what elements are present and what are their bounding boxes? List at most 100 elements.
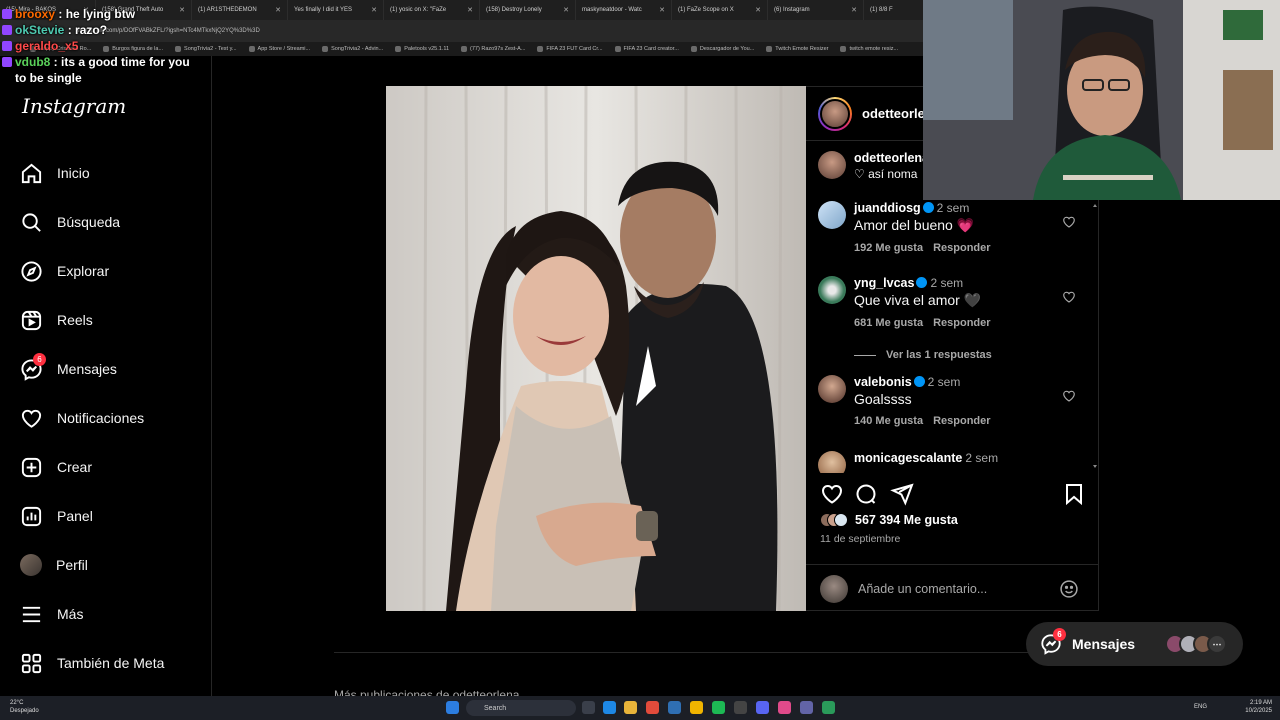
messages-button[interactable]: 6 Mensajes ⋯	[1026, 622, 1243, 666]
app-icon[interactable]	[800, 701, 813, 714]
close-tab-icon[interactable]: ✕	[371, 6, 377, 14]
comment-username[interactable]: valebonis	[854, 375, 912, 389]
favicon-icon	[322, 46, 329, 52]
likes-count[interactable]: 567 394 Me gusta	[820, 513, 958, 527]
weather-widget[interactable]: 22°C Despejado	[10, 699, 39, 715]
bookmark-icon[interactable]	[1062, 482, 1086, 506]
comment-username[interactable]: monicagescalante	[854, 451, 962, 465]
chat-username[interactable]: vdub8	[15, 55, 50, 69]
reply-button[interactable]: Responder	[933, 415, 990, 427]
app-icon[interactable]	[778, 701, 791, 714]
browser-tab[interactable]: (1) AR1STHEDEMON ✕	[192, 0, 288, 20]
comment-input[interactable]: Añade un comentario...	[858, 582, 1049, 596]
sidebar-item-label: Notificaciones	[57, 410, 145, 426]
post-date: 11 de septiembre	[820, 533, 901, 545]
comment-avatar[interactable]	[818, 375, 846, 403]
emoji-icon[interactable]	[1059, 579, 1079, 599]
bookmark-item[interactable]: Twitch Emote Resizer	[766, 46, 828, 52]
bookmark-label: FIFA 23 FUT Card Cr...	[546, 46, 603, 52]
comment-username[interactable]: juanddiosg	[854, 201, 921, 215]
reply-button[interactable]: Responder	[933, 317, 990, 329]
language-indicator[interactable]: ENG	[1194, 704, 1207, 710]
comment-avatar[interactable]	[818, 276, 846, 304]
close-tab-icon[interactable]: ✕	[659, 6, 665, 14]
caption-avatar[interactable]	[818, 151, 846, 179]
comment-like-heart-icon[interactable]	[1062, 389, 1076, 403]
task-view-icon[interactable]	[582, 701, 595, 714]
app-icon[interactable]	[734, 701, 747, 714]
chat-username[interactable]: okStevie	[15, 23, 64, 37]
sidebar-item-busqueda[interactable]: Búsqueda	[20, 207, 120, 237]
comment-avatar[interactable]	[818, 201, 846, 229]
browser-tab-title: maskyneatdoor - Watc	[582, 7, 642, 13]
browser-tab[interactable]: (1) FaZe Scope on X ✕	[672, 0, 768, 20]
comment-like-heart-icon[interactable]	[1062, 290, 1076, 304]
browser-tab[interactable]: (1) yosic on X: "FaZe ✕	[384, 0, 480, 20]
bookmark-item[interactable]: FIFA 23 FUT Card Cr...	[537, 46, 603, 52]
bookmark-item[interactable]: FIFA 23 Card creator...	[614, 46, 679, 52]
post-image[interactable]	[386, 86, 806, 611]
windows-start-icon[interactable]	[446, 701, 459, 714]
browser-tab[interactable]: (158) Destroy Lonely ✕	[480, 0, 576, 20]
view-replies-link[interactable]: Ver las 1 respuestas	[854, 349, 992, 361]
bookmark-item[interactable]: App Store / Streami...	[248, 46, 310, 52]
store-icon[interactable]	[646, 701, 659, 714]
chrome-icon[interactable]	[690, 701, 703, 714]
bookmark-item[interactable]: Descargador de You...	[690, 46, 754, 52]
file-explorer-icon[interactable]	[624, 701, 637, 714]
share-icon[interactable]	[890, 482, 914, 506]
comments-scrollbar[interactable]	[1092, 201, 1098, 471]
spotify-icon[interactable]	[712, 701, 725, 714]
close-tab-icon[interactable]: ✕	[467, 6, 473, 14]
comment-icon[interactable]	[854, 482, 878, 506]
browser-tab[interactable]: (6) Instagram ✕	[768, 0, 864, 20]
home-icon	[21, 163, 42, 183]
sidebar-item-tambien-de-meta[interactable]: También de Meta	[20, 648, 164, 678]
close-tab-icon[interactable]: ✕	[851, 6, 857, 14]
close-tab-icon[interactable]: ✕	[755, 6, 761, 14]
bookmark-item[interactable]: SongTrivia2 - Advin...	[322, 46, 383, 52]
comment-body: yng_lvcas 2 sem Que viva el amor 🖤 681 Me g…	[854, 276, 1064, 329]
system-clock[interactable]: 2:19 AM 10/2/2025	[1245, 699, 1272, 715]
discord-icon[interactable]	[756, 701, 769, 714]
comment-likes[interactable]: 192 Me gusta	[854, 242, 923, 254]
sidebar-item-reels[interactable]: Reels	[20, 305, 93, 335]
comment-username[interactable]: yng_lvcas	[854, 276, 914, 290]
sidebar-item-explorar[interactable]: Explorar	[20, 256, 109, 286]
like-heart-icon[interactable]	[820, 482, 844, 506]
comment-header: yng_lvcas 2 sem	[854, 276, 1064, 290]
sidebar-item-inicio[interactable]: Inicio	[20, 158, 90, 188]
browser-tab-title: (1) 8/8 F	[870, 7, 893, 13]
taskbar-search[interactable]: Search	[466, 700, 576, 716]
bookmark-item[interactable]: Paletools v25.1.11	[395, 46, 449, 52]
bookmark-item[interactable]: (77) Razo97s Zest-A...	[461, 46, 525, 52]
chat-username[interactable]: brooxy	[15, 7, 55, 21]
verified-badge-icon	[913, 376, 925, 387]
reply-button[interactable]: Responder	[933, 242, 990, 254]
comment-like-heart-icon[interactable]	[1062, 215, 1076, 229]
app-icon[interactable]	[668, 701, 681, 714]
sidebar-item-mensajes[interactable]: 6 Mensajes	[20, 353, 117, 384]
browser-tab[interactable]: Yes finally I did it YES ✕	[288, 0, 384, 20]
app-icon[interactable]	[822, 701, 835, 714]
browser-tab[interactable]: maskyneatdoor - Watc ✕	[576, 0, 672, 20]
bookmark-item[interactable]: twitch emote resiz...	[840, 46, 898, 52]
close-tab-icon[interactable]: ✕	[275, 6, 281, 14]
sidebar-item-notificaciones[interactable]: Notificaciones	[20, 403, 144, 433]
instagram-logo[interactable]: Instagram	[22, 94, 126, 118]
section-divider	[334, 652, 1104, 653]
favicon-icon	[248, 46, 255, 52]
close-tab-icon[interactable]: ✕	[563, 6, 569, 14]
comment-avatar[interactable]	[818, 451, 846, 473]
comment-likes[interactable]: 140 Me gusta	[854, 415, 923, 427]
sidebar-item-crear[interactable]: Crear	[20, 452, 92, 482]
browser-tab-title: (6) Instagram	[774, 7, 810, 13]
author-avatar[interactable]	[818, 96, 852, 131]
sidebar-item-perfil[interactable]: Perfil	[20, 550, 88, 580]
browser-tab-title: Yes finally I did it YES	[294, 7, 353, 13]
sidebar-item-panel[interactable]: Panel	[20, 501, 93, 531]
chat-username[interactable]: geraldo_x5	[15, 39, 78, 53]
edge-icon[interactable]	[603, 701, 616, 714]
comment-likes[interactable]: 681 Me gusta	[854, 317, 923, 329]
sidebar-item-mas[interactable]: Más	[20, 599, 83, 629]
